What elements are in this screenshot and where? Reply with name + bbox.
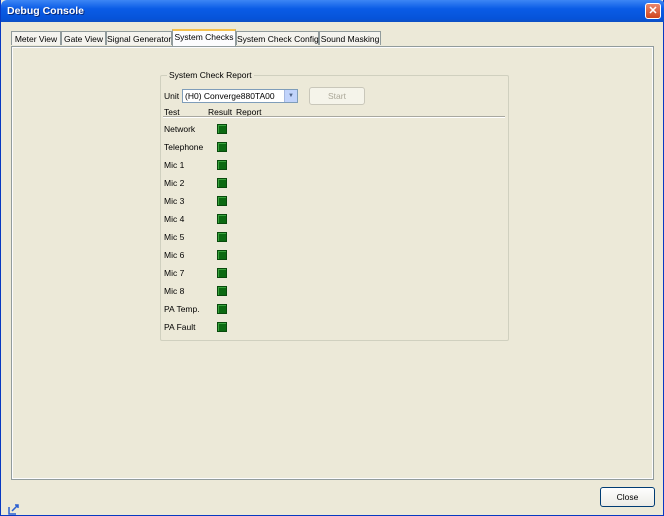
header-separator xyxy=(163,116,505,118)
result-led-icon xyxy=(217,286,227,296)
debug-console-window: Debug Console ✕ Meter View Gate View Sig… xyxy=(0,0,664,516)
table-row: Network xyxy=(161,123,510,137)
table-row: Mic 1 xyxy=(161,159,510,173)
row-test-label: PA Fault xyxy=(164,322,196,332)
row-test-label: Network xyxy=(164,124,196,134)
row-test-label: PA Temp. xyxy=(164,304,200,314)
result-led-icon xyxy=(217,160,227,170)
unit-select[interactable]: (H0) Converge880TA00 ▼ xyxy=(182,89,298,103)
row-test-label: Mic 7 xyxy=(164,268,185,278)
table-row: Mic 6 xyxy=(161,249,510,263)
window-title: Debug Console xyxy=(7,5,85,17)
row-test-label: Mic 8 xyxy=(164,286,185,296)
close-button[interactable]: Close xyxy=(600,487,655,507)
group-title: System Check Report xyxy=(167,70,254,80)
chevron-down-icon[interactable]: ▼ xyxy=(284,90,297,102)
start-button[interactable]: Start xyxy=(309,87,365,105)
row-test-label: Telephone xyxy=(164,142,204,152)
row-test-label: Mic 2 xyxy=(164,178,185,188)
title-bar[interactable]: Debug Console ✕ xyxy=(1,0,664,22)
window-close-button[interactable]: ✕ xyxy=(645,3,661,19)
result-led-icon xyxy=(217,196,227,206)
result-led-icon xyxy=(217,124,227,134)
row-test-label: Mic 5 xyxy=(164,232,185,242)
tab-sound-masking[interactable]: Sound Masking xyxy=(319,31,381,45)
tab-system-checks[interactable]: System Checks xyxy=(172,29,236,46)
table-row: Mic 4 xyxy=(161,213,510,227)
unit-label: Unit xyxy=(164,91,180,101)
client-area: Meter View Gate View Signal Generator Sy… xyxy=(4,22,661,515)
result-led-icon xyxy=(217,214,227,224)
tab-panel-system-checks: System Check Report Unit (H0) Converge88… xyxy=(11,46,654,480)
table-row: Mic 7 xyxy=(161,267,510,281)
tab-system-check-config[interactable]: System Check Config xyxy=(236,31,319,45)
table-row: PA Fault xyxy=(161,321,510,335)
tab-meter-view[interactable]: Meter View xyxy=(11,31,61,45)
table-row: Mic 3 xyxy=(161,195,510,209)
table-row: Telephone xyxy=(161,141,510,155)
table-row: Mic 2 xyxy=(161,177,510,191)
row-test-label: Mic 1 xyxy=(164,160,185,170)
table-row: Mic 5 xyxy=(161,231,510,245)
tab-gate-view[interactable]: Gate View xyxy=(61,31,106,45)
result-led-icon xyxy=(217,178,227,188)
system-check-report-group: System Check Report Unit (H0) Converge88… xyxy=(160,70,510,341)
row-test-label: Mic 6 xyxy=(164,250,185,260)
result-led-icon xyxy=(217,250,227,260)
close-icon: ✕ xyxy=(648,5,658,17)
result-led-icon xyxy=(217,142,227,152)
table-row: PA Temp. xyxy=(161,303,510,317)
result-led-icon xyxy=(217,304,227,314)
result-led-icon xyxy=(217,322,227,332)
unit-select-value: (H0) Converge880TA00 xyxy=(185,91,275,101)
row-test-label: Mic 3 xyxy=(164,196,185,206)
resize-grip-icon[interactable] xyxy=(8,503,20,515)
row-test-label: Mic 4 xyxy=(164,214,185,224)
result-led-icon xyxy=(217,268,227,278)
table-row: Mic 8 xyxy=(161,285,510,299)
tab-signal-generator[interactable]: Signal Generator xyxy=(106,31,172,45)
result-led-icon xyxy=(217,232,227,242)
